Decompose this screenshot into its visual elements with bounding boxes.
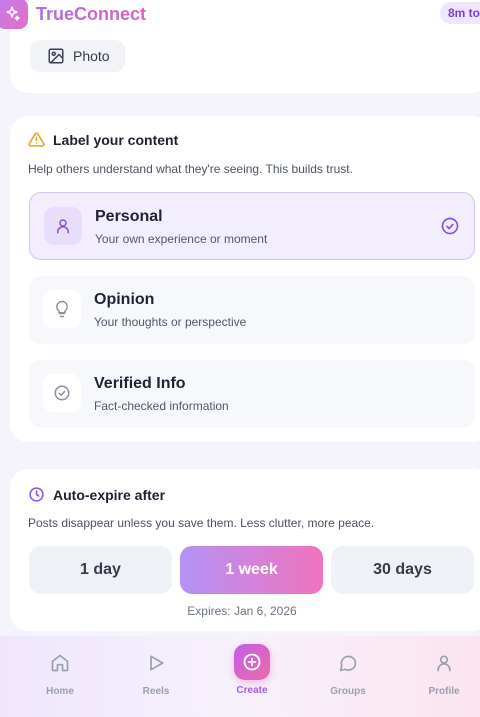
image-icon [48,48,64,64]
label-option-personal[interactable]: Personal Your own experience or moment [29,192,475,260]
clock-icon [29,487,44,502]
duration-30-days-button[interactable]: 30 days [331,546,474,594]
section-title: Label your content [53,131,179,148]
nav-label: Create [236,685,268,696]
app-name: TrueConnect [36,4,147,24]
nav-label: Home [46,686,74,697]
nav-profile[interactable]: Profile [396,636,480,717]
expire-section-header: Auto-expire after [28,486,165,503]
option-title: Opinion [94,291,155,308]
app-logo[interactable] [0,0,28,29]
nav-reels[interactable]: Reels [108,636,204,717]
auto-expire-section: Auto-expire after Posts disappear unless… [10,469,480,631]
lightbulb-icon [56,300,68,318]
label-option-verified-info[interactable]: Verified Info Fact-checked information [29,360,475,428]
user-icon [57,219,69,234]
sparkles-icon [6,6,20,21]
label-section-header: Label your content [28,131,178,148]
nav-groups[interactable]: Groups [300,636,396,717]
option-icon-box [44,207,82,245]
duration-1-week-button[interactable]: 1 week [180,546,323,594]
warning-icon [28,132,45,147]
option-icon-box [43,290,81,328]
expiry-date-text: Expires: Jan 6, 2026 [187,604,297,618]
nav-home[interactable]: Home [12,636,108,717]
label-content-section: Label your content Help others understan… [10,116,480,442]
nav-label: Profile [428,686,460,697]
home-icon [51,654,69,672]
photo-label: Photo [73,48,110,64]
bottom-navigation: Home Reels Create Groups Profile [0,636,480,717]
nav-create[interactable]: Create [204,636,300,717]
selected-check-icon [440,216,460,241]
plus-circle-icon [243,653,261,671]
nav-label: Groups [330,686,366,697]
option-description: Your own experience or moment [95,232,268,246]
section-title: Auto-expire after [53,486,166,503]
section-subtitle: Help others understand what they're seei… [28,162,353,176]
user-icon [437,655,451,672]
option-title: Verified Info [94,375,186,392]
play-icon [150,655,164,671]
option-icon-box [43,374,81,412]
option-title: Personal [95,208,163,225]
check-circle-icon [54,385,70,401]
option-description: Your thoughts or perspective [94,315,247,329]
label-option-opinion[interactable]: Opinion Your thoughts or perspective [29,276,475,344]
chat-bubble-icon [339,655,357,672]
create-button[interactable] [234,644,270,680]
option-description: Fact-checked information [94,399,229,413]
duration-1-day-button[interactable]: 1 day [29,546,172,594]
time-remaining-badge: 8m to [440,2,480,24]
section-subtitle: Posts disappear unless you save them. Le… [28,516,375,530]
top-bar: TrueConnect 8m to [0,0,480,30]
nav-label: Reels [142,686,170,697]
photo-button[interactable]: Photo [30,40,125,72]
